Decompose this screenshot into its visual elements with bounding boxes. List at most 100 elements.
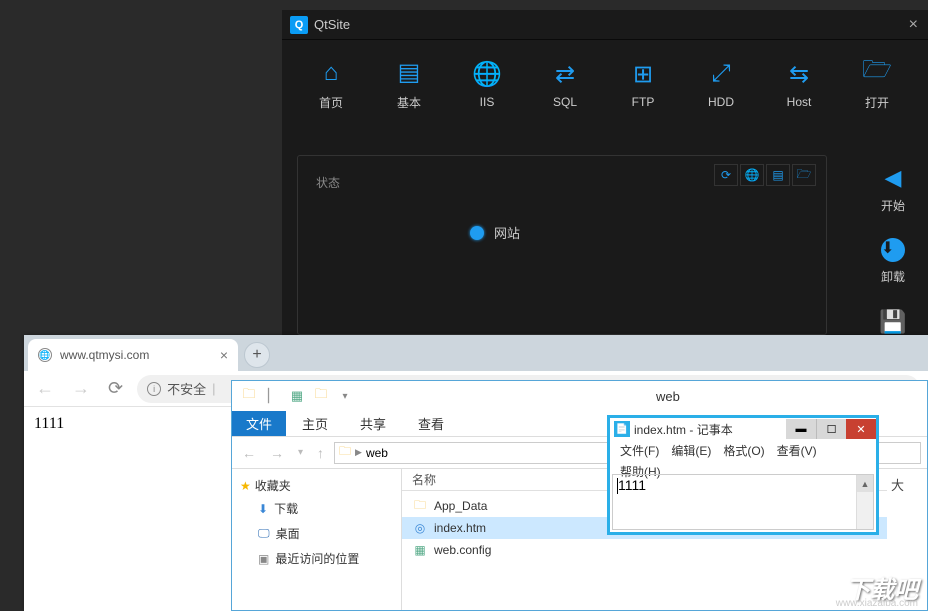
sidebar-item-desktop[interactable]: 🖵 桌面: [236, 521, 397, 546]
security-label: 不安全: [167, 379, 206, 398]
folder-icon[interactable]: 🗀: [310, 385, 332, 407]
nav-history-button[interactable]: ▾: [294, 447, 307, 458]
status-label: 状态: [316, 176, 340, 190]
side-start-button[interactable]: ◀ 开始: [881, 165, 905, 214]
folder-open-icon: 🗁: [862, 58, 892, 88]
side-save-button[interactable]: 💾: [879, 309, 906, 335]
close-button[interactable]: ✕: [846, 419, 876, 439]
chevron-down-icon[interactable]: ▾: [334, 385, 356, 407]
notepad-textarea[interactable]: 1111 ▲: [612, 474, 874, 530]
download-circle-icon: ⬇: [881, 238, 905, 262]
tool-home[interactable]: ⌂ 首页: [292, 49, 370, 119]
menu-edit[interactable]: 编辑(E): [665, 440, 717, 461]
tool-iis-label: IIS: [480, 95, 495, 109]
nav-back-button[interactable]: ←: [238, 445, 260, 461]
breadcrumb-label[interactable]: web: [366, 446, 388, 460]
sidebar-favorites-header[interactable]: ★ 收藏夹: [236, 475, 397, 496]
panel-refresh-button[interactable]: ⟳: [714, 164, 738, 186]
tool-basic[interactable]: ▤ 基本: [370, 49, 448, 119]
minimize-button[interactable]: ▬: [786, 419, 816, 439]
chrome-tab[interactable]: 🌐 www.qtmysi.com ×: [28, 339, 238, 371]
scroll-up-icon[interactable]: ▲: [857, 475, 873, 492]
play-left-icon: ◀: [885, 165, 902, 191]
explorer-titlebar[interactable]: 🗀 ▏ ▦ 🗀 ▾ web: [232, 381, 927, 411]
basic-icon: ▤: [398, 58, 421, 88]
side-uninstall-label: 卸载: [881, 268, 905, 285]
qat-sep: ▏: [262, 385, 284, 407]
desktop-icon: 🖵: [258, 526, 270, 541]
panel-list-button[interactable]: ▤: [766, 164, 790, 186]
maximize-button[interactable]: ☐: [816, 419, 846, 439]
breadcrumb-sep: ▶: [355, 447, 362, 458]
back-button[interactable]: ←: [32, 378, 58, 399]
notepad-titlebar[interactable]: 📄 index.htm - 记事本 ▬ ☐ ✕: [610, 418, 876, 440]
close-icon[interactable]: ×: [909, 16, 918, 34]
tool-hdd-label: HDD: [708, 95, 734, 109]
qtsite-window: Q QtSite × ⌂首页 ▤基本 🌐IIS ⇄SQL ⊞FTP ⤢HDD ⇆…: [282, 10, 928, 335]
explorer-sidebar: ★ 收藏夹 ⬇下载 🖵 桌面 ▣最近访问的位置: [232, 469, 402, 610]
sidebar-item-recent[interactable]: ▣最近访问的位置: [236, 546, 397, 571]
list-icon: ▤: [772, 168, 783, 182]
nav-up-button[interactable]: ↑: [313, 445, 328, 461]
ribbon-tab-view[interactable]: 查看: [402, 411, 460, 436]
ftp-icon: ⊞: [633, 59, 653, 89]
qtsite-logo-icon: Q: [290, 16, 308, 34]
right-label: 大: [891, 478, 904, 493]
scrollbar-vertical[interactable]: ▲: [856, 475, 873, 529]
folder-icon: 🗀: [238, 385, 260, 407]
globe-favicon-icon: 🌐: [38, 348, 52, 362]
chrome-tabstrip: 🌐 www.qtmysi.com × +: [24, 335, 928, 371]
star-icon: ★: [240, 479, 251, 493]
explorer-window-title: web: [656, 389, 680, 404]
home-icon: ⌂: [324, 58, 339, 88]
tool-host[interactable]: ⇆Host: [760, 49, 838, 119]
menu-view[interactable]: 查看(V): [771, 440, 823, 461]
tab-close-icon[interactable]: ×: [220, 347, 228, 363]
tool-open[interactable]: 🗁 打开: [838, 49, 916, 119]
recent-icon: ▣: [258, 552, 269, 566]
chrome-tab-title: www.qtmysi.com: [60, 348, 149, 362]
menu-file[interactable]: 文件(F): [614, 440, 665, 461]
tool-iis[interactable]: 🌐IIS: [448, 49, 526, 119]
tool-basic-label: 基本: [397, 94, 421, 111]
panel-globe-button[interactable]: 🌐: [740, 164, 764, 186]
watermark-sub: www.xiazaiba.com: [836, 598, 918, 609]
tool-open-label: 打开: [865, 94, 889, 111]
status-dot-icon: [470, 226, 484, 240]
notepad-window: 📄 index.htm - 记事本 ▬ ☐ ✕ 文件(F) 编辑(E) 格式(O…: [607, 415, 879, 535]
file-label: index.htm: [434, 521, 486, 535]
properties-icon[interactable]: ▦: [286, 385, 308, 407]
chrome-file-icon: ◎: [412, 520, 428, 536]
ribbon-tab-home[interactable]: 主页: [286, 411, 344, 436]
file-item-webconfig[interactable]: ▦ web.config: [402, 539, 887, 561]
notepad-title: index.htm - 记事本: [634, 421, 786, 438]
qtsite-titlebar[interactable]: Q QtSite ×: [282, 10, 928, 40]
panel-folder-button[interactable]: 🗁: [792, 164, 816, 186]
favorites-label: 收藏夹: [255, 477, 291, 494]
folder-icon: 🗀: [339, 442, 351, 463]
nav-forward-button[interactable]: →: [266, 445, 288, 461]
save-icon: 💾: [879, 309, 906, 335]
qtsite-toolbar: ⌂ 首页 ▤ 基本 🌐IIS ⇄SQL ⊞FTP ⤢ HDD ⇆Host 🗁 打开: [282, 40, 928, 128]
menu-format[interactable]: 格式(O): [717, 440, 770, 461]
sidebar-item-label: 桌面: [276, 525, 300, 542]
config-file-icon: ▦: [412, 542, 428, 558]
sidebar-item-downloads[interactable]: ⬇下载: [236, 496, 397, 521]
forward-button[interactable]: →: [68, 378, 94, 399]
reload-button[interactable]: ⟳: [104, 378, 127, 399]
ribbon-file-tab[interactable]: 文件: [232, 411, 286, 436]
folder-icon: 🗀: [412, 498, 428, 514]
tool-home-label: 首页: [319, 94, 343, 111]
tool-ftp[interactable]: ⊞FTP: [604, 49, 682, 119]
tool-sql[interactable]: ⇄SQL: [526, 49, 604, 119]
tool-hdd[interactable]: ⤢ HDD: [682, 49, 760, 119]
new-tab-button[interactable]: +: [244, 342, 270, 368]
side-start-label: 开始: [881, 197, 905, 214]
site-label: 网站: [494, 223, 520, 242]
notepad-app-icon: 📄: [614, 421, 630, 437]
ribbon-tab-share[interactable]: 共享: [344, 411, 402, 436]
side-uninstall-button[interactable]: ⬇ 卸载: [881, 238, 905, 285]
tool-host-label: Host: [787, 95, 812, 109]
file-label: web.config: [434, 543, 491, 557]
hdd-icon: ⤢: [711, 59, 730, 89]
